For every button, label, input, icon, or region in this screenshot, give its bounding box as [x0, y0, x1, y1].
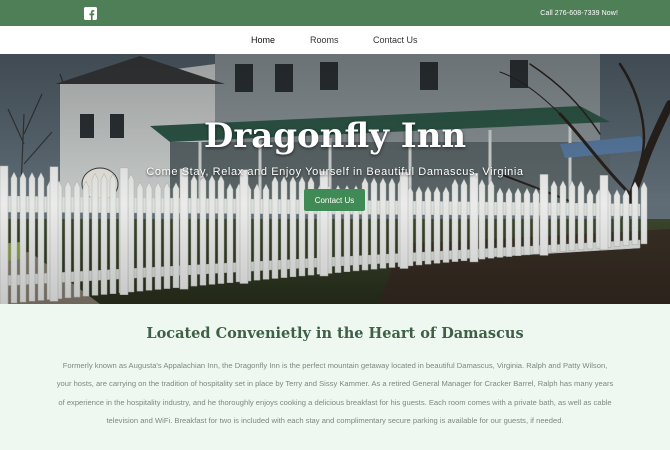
contact-us-button[interactable]: Contact Us — [304, 189, 365, 211]
nav-rooms-link[interactable]: Rooms — [310, 35, 339, 45]
about-body: Formerly known as Augusta's Appalachian … — [56, 361, 614, 425]
nav-contact-link[interactable]: Contact Us — [373, 35, 418, 45]
call-now-text[interactable]: Call 276-608-7339 Now! — [540, 10, 618, 17]
nav-home-link[interactable]: Home — [251, 35, 275, 45]
hero-banner: Dragonfly Inn Come Stay, Relax and Enjoy… — [0, 54, 670, 304]
facebook-icon[interactable] — [84, 6, 97, 20]
main-nav: Home Rooms Contact Us — [0, 26, 670, 54]
top-bar: Call 276-608-7339 Now! — [0, 0, 670, 26]
about-section: Located Convenietly in the Heart of Dama… — [0, 304, 670, 450]
hero-subtitle: Come Stay, Relax and Enjoy Yourself in B… — [146, 166, 524, 178]
hero-title: Dragonfly Inn — [203, 116, 467, 156]
hero-background-image — [0, 54, 670, 304]
about-heading: Located Convenietly in the Heart of Dama… — [146, 325, 524, 342]
